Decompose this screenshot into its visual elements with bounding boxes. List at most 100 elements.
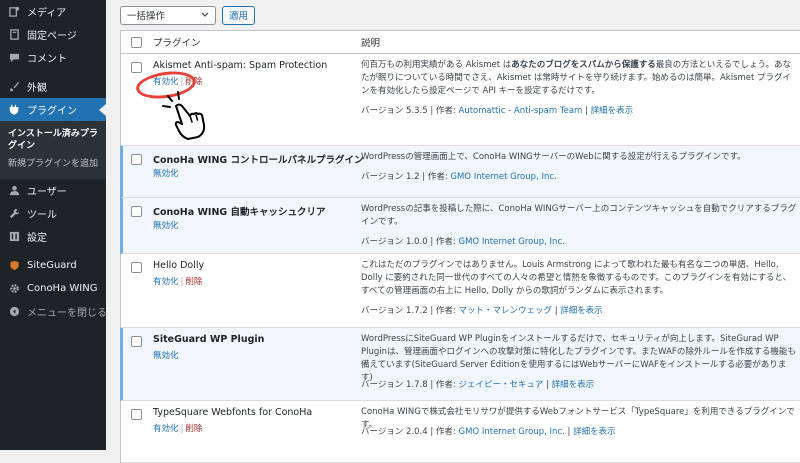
plugin-description: WordPressの管理画面上で、ConoHa WINGサーバーのWebに関する… xyxy=(361,152,746,162)
plugin-name: Hello Dolly xyxy=(153,260,205,271)
meta-separator: | xyxy=(543,380,552,390)
author-link[interactable]: Automattic - Anti-spam Team xyxy=(459,106,583,116)
plugin-row: Hello Dolly 有効化 | 削除 これはただのプラグインではありません。Loui… xyxy=(121,254,800,328)
plugin-description: 何百万もの利用実績がある Akismet はあなたのブログをスパムから保護する最… xyxy=(361,60,792,96)
row-checkbox[interactable] xyxy=(131,262,142,273)
sidebar-item-label: メディア xyxy=(27,8,67,19)
sidebar-item-siteguard[interactable]: SiteGuard xyxy=(0,254,106,277)
plugin-row: ConoHa WING 自動キャッシュクリア 無効化 WordPressの記事を投稿… xyxy=(120,198,800,254)
sidebar-item-label: SiteGuard xyxy=(27,260,77,271)
plugin-version: バージョン 1.0.0 | 作者: xyxy=(361,237,459,247)
action-separator: | xyxy=(180,277,184,287)
user-icon xyxy=(8,185,20,197)
sidebar-collapse-menu[interactable]: メニューを閉じる xyxy=(0,300,107,323)
row-checkbox[interactable] xyxy=(131,62,142,73)
deactivate-link[interactable]: 無効化 xyxy=(153,221,179,231)
plugin-version: バージョン 1.7.8 | 作者: xyxy=(361,380,459,390)
sidebar-item-appearance[interactable]: 外観 xyxy=(0,75,106,98)
submenu-installed-plugins[interactable]: インストール済みプラグイン xyxy=(0,125,106,155)
plugin-version: バージョン 1.2 | 作者: xyxy=(361,172,451,182)
plugin-meta: バージョン 1.7.8 | 作者: ジェイピー・セキュア | 詳細を表示 xyxy=(361,378,594,390)
author-link[interactable]: GMO Internet Group, Inc. xyxy=(459,427,565,437)
plugin-name: ConoHa WING 自動キャッシュクリア xyxy=(153,207,326,218)
view-details-link[interactable]: 詳細を表示 xyxy=(573,427,616,437)
select-all-checkbox[interactable] xyxy=(131,36,142,48)
author-link[interactable]: マット・マレンウェッグ xyxy=(459,306,553,316)
plugin-meta: バージョン 1.2 | 作者: GMO Internet Group, Inc. xyxy=(361,170,557,182)
bulk-action-value: 一括操作 xyxy=(127,11,166,22)
row-checkbox[interactable] xyxy=(131,206,142,217)
collapse-icon xyxy=(8,306,20,318)
chevron-down-icon xyxy=(201,10,209,21)
sidebar-item-tools[interactable]: ツール xyxy=(0,202,106,225)
activate-link[interactable]: 有効化 xyxy=(153,277,179,287)
plugin-name: SiteGuard WP Plugin xyxy=(153,334,265,345)
column-header-description: 説明 xyxy=(361,38,381,49)
sidebar-item-settings[interactable]: 設定 xyxy=(0,225,106,248)
plugins-table: プラグイン 説明 Akismet Anti-spam: Spam Protect… xyxy=(120,30,800,463)
row-checkbox[interactable] xyxy=(131,336,142,347)
author-link[interactable]: ジェイピー・セキュア xyxy=(459,380,544,390)
author-link[interactable]: GMO Internet Group, Inc. xyxy=(459,237,565,247)
plugin-name: TypeSquare Webfonts for ConoHa xyxy=(153,407,313,418)
plugin-name: Akismet Anti-spam: Spam Protection xyxy=(153,60,328,71)
gear-icon xyxy=(8,283,20,295)
sidebar-item-label: コメント xyxy=(27,54,67,65)
row-actions: 有効化 | 削除 xyxy=(153,422,202,434)
row-checkbox[interactable] xyxy=(131,154,142,165)
sidebar-item-pages[interactable]: 固定ページ xyxy=(0,23,106,46)
sidebar-item-conoha-wing[interactable]: ConoHa WING xyxy=(0,277,106,300)
plugin-name: ConoHa WING コントロールパネルプラグイン xyxy=(153,155,364,166)
author-link[interactable]: GMO Internet Group, Inc. xyxy=(450,172,556,182)
sidebar-item-users[interactable]: ユーザー xyxy=(0,179,106,202)
bulk-actions-bar: 一括操作 適用 xyxy=(120,4,256,26)
sidebar-item-label: プラグイン xyxy=(27,106,77,117)
delete-link[interactable]: 削除 xyxy=(185,277,202,287)
pointing-hand-icon xyxy=(162,90,210,143)
deactivate-link[interactable]: 無効化 xyxy=(153,351,179,361)
action-separator: | xyxy=(180,424,184,434)
plugin-description: WordPressの記事を投稿した際に、ConoHa WINGサーバー上のコンテ… xyxy=(361,204,797,227)
meta-separator: | xyxy=(564,427,574,437)
siteguard-icon xyxy=(8,260,20,272)
plugin-row: Akismet Anti-spam: Spam Protection 有効化 | 削除… xyxy=(121,54,800,146)
plugin-icon xyxy=(8,104,20,116)
admin-sidebar: メディア 固定ページ コメント 外観 プラグイン インストール済みプラグイン 新… xyxy=(0,0,107,450)
sidebar-item-label: ConoHa WING xyxy=(27,283,98,294)
sidebar-item-label: 外観 xyxy=(27,83,47,94)
column-header-plugin[interactable]: プラグイン xyxy=(153,35,201,49)
activate-link[interactable]: 有効化 xyxy=(153,424,179,434)
plugin-meta: バージョン 2.0.4 | 作者: GMO Internet Group, In… xyxy=(361,425,616,437)
plugin-version: バージョン 5.3.5 | 作者: xyxy=(361,106,459,116)
plugin-row: SiteGuard WP Plugin 無効化 WordPressにSiteGuar… xyxy=(120,328,800,401)
submenu-add-new-plugin[interactable]: 新規プラグインを追加 xyxy=(0,155,106,173)
page-icon xyxy=(8,29,20,41)
apply-button[interactable]: 適用 xyxy=(222,5,256,25)
sidebar-item-label: 固定ページ xyxy=(27,31,77,42)
sidebar-item-comments[interactable]: コメント xyxy=(0,46,106,69)
row-actions: 無効化 xyxy=(153,219,179,231)
plugin-meta: バージョン 5.3.5 | 作者: Automattic - Anti-spam… xyxy=(361,104,633,116)
settings-icon xyxy=(8,231,20,243)
sidebar-item-media[interactable]: メディア xyxy=(0,0,106,23)
sidebar-item-label: ユーザー xyxy=(27,187,67,198)
plugins-submenu: インストール済みプラグイン 新規プラグインを追加 xyxy=(0,121,106,179)
view-details-link[interactable]: 詳細を表示 xyxy=(552,380,595,390)
view-details-link[interactable]: 詳細を表示 xyxy=(560,306,603,316)
delete-link[interactable]: 削除 xyxy=(185,424,202,434)
view-details-link[interactable]: 詳細を表示 xyxy=(591,106,634,116)
sidebar-item-plugins[interactable]: プラグイン xyxy=(0,98,106,121)
plugin-description: これはただのプラグインではありません。Louis Armstrong によって歌… xyxy=(361,260,792,296)
row-actions: 無効化 xyxy=(153,349,179,361)
sidebar-item-label: ツール xyxy=(27,210,57,221)
meta-separator: | xyxy=(582,106,591,116)
plugin-row: ConoHa WING コントロールパネルプラグイン 無効化 WordPressの管… xyxy=(120,146,800,198)
deactivate-link[interactable]: 無効化 xyxy=(153,169,179,179)
row-actions: 有効化 | 削除 xyxy=(153,275,202,287)
sidebar-item-label: 設定 xyxy=(27,233,47,244)
bulk-action-select[interactable]: 一括操作 xyxy=(120,5,216,25)
row-actions: 無効化 xyxy=(153,167,179,179)
table-header: プラグイン 説明 xyxy=(121,31,800,54)
plugin-row: TypeSquare Webfonts for ConoHa 有効化 | 削除 Cono… xyxy=(121,401,800,463)
row-checkbox[interactable] xyxy=(131,409,142,420)
